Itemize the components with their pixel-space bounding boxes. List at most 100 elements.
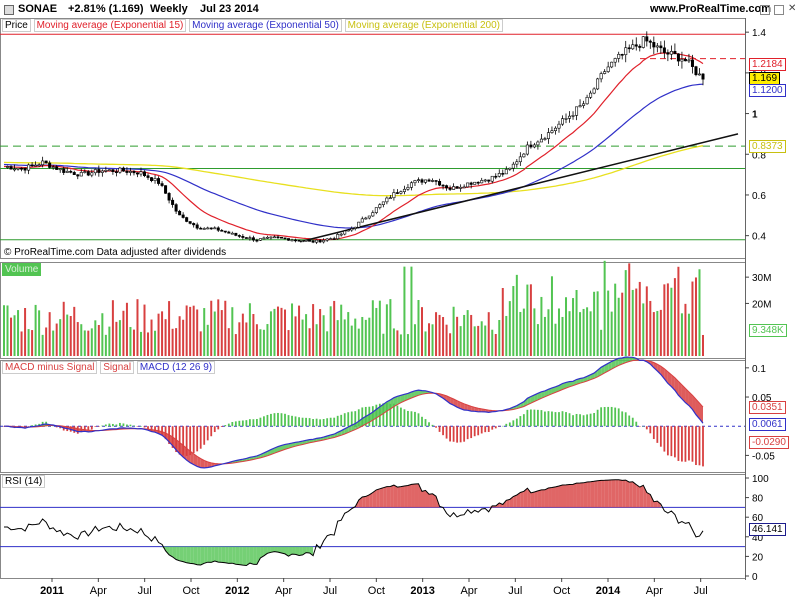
rsi-oversold-fill [204,546,208,564]
candle-body [181,214,185,218]
volume-bar [34,304,37,356]
volume-bar [333,300,336,356]
macd-hist-bar [473,426,476,437]
volume-bar [69,316,72,356]
candle-body [27,164,31,171]
candle-body [662,47,666,53]
legend-macd-hist[interactable]: MACD minus Signal [2,361,98,374]
volume-bar [129,326,132,356]
legend-volume[interactable]: Volume [2,263,42,276]
volume-bar [477,325,480,356]
candle-body [230,232,234,235]
volume-bar [659,309,662,356]
macd-hist-bar [449,426,451,442]
rsi-overbought-fill [400,485,405,508]
macd-hist-bar [119,422,121,427]
legend-macd[interactable]: MACD (12 26 9) [136,361,216,374]
candle-body [589,92,593,98]
trend-line [299,133,739,243]
volume-bar [463,314,466,356]
rsi-overbought-fill [386,486,391,508]
macd-hist-bar [298,417,300,427]
candle-body [153,178,157,181]
legend-ema200[interactable]: Moving average (Exponential 200) [344,19,503,32]
candle-body [445,185,449,189]
rsi-oversold-fill [200,546,205,565]
volume-bar [456,316,459,356]
macd-hist-bar [558,412,560,427]
candle-body [325,238,329,241]
candle-body [511,163,515,169]
macd-hist-bar [143,426,146,428]
x-tick-label: Oct [182,585,199,597]
rsi-overbought-fill [594,480,598,508]
macd-hist-bar [551,411,553,427]
volume-bar [642,303,645,356]
volume-bar [694,277,697,356]
candle-body [427,179,431,182]
volume-bar [568,311,571,356]
rsi-overbought-fill [604,480,609,508]
candle-body [631,44,635,50]
rsi-overbought-fill [639,485,644,508]
candle-body [255,239,259,242]
rsi-overbought-fill [429,493,433,508]
macd-hist-bar [621,411,624,427]
candle-body [634,44,638,47]
volume-bar [241,313,244,356]
macd-hist-bar [343,413,346,427]
macd-hist-bar [565,412,567,427]
macd-hist-bar [547,411,550,427]
rsi-oversold-fill [292,546,296,555]
candle-body [132,171,136,174]
volume-bar [600,329,603,356]
volume-bar [108,326,111,356]
rsi-oversold-fill [299,546,303,556]
macd-hist-bar [459,426,462,443]
x-tick-label: 2011 [40,585,64,597]
candle-body [146,175,150,178]
volume-bar [231,307,234,356]
candle-body [199,227,203,230]
volume-bar [298,305,301,356]
legend-ema50[interactable]: Moving average (Exponential 50) [189,19,342,32]
macd-hist-bar [284,413,286,427]
candle-body [111,169,115,172]
rsi-oversold-fill [186,546,191,564]
volume-bar [494,333,497,356]
rsi-overbought-fill [544,488,549,508]
macd-tick-label: 0.1 [752,364,766,375]
candle-body [336,234,340,240]
legend-price[interactable]: Price [2,19,31,32]
candle-body [262,237,266,240]
macd-hist-bar [319,419,322,427]
legend-ema15[interactable]: Moving average (Exponential 15) [33,19,187,32]
rsi-oversold-fill [306,546,310,553]
volume-bar [87,330,90,356]
candle-body [216,227,220,231]
macd-hist-bar [561,411,564,427]
macd-hist-bar [417,413,420,427]
volume-bar [435,312,438,356]
price-tick-label: 0.6 [752,191,766,202]
candle-body [466,182,470,188]
candle-body [100,170,104,173]
volume-bar [301,319,304,356]
legend-rsi[interactable]: RSI (14) [2,475,46,488]
rsi-overbought-fill [636,484,640,508]
candle-body [431,180,435,182]
volume-bar [94,320,97,356]
candle-body [79,172,83,177]
candle-body [582,103,586,106]
macd-hist-bar [421,416,423,427]
volume-bar [596,291,599,356]
volume-bar [533,308,536,356]
candle-body [30,164,34,167]
volume-bar [515,274,518,356]
rsi-oversold-fill [183,546,187,563]
volume-bar [125,302,128,356]
rsi-overbought-fill [622,480,626,508]
candle-body [568,115,572,119]
candle-body [265,236,269,239]
legend-signal[interactable]: Signal [100,361,135,374]
